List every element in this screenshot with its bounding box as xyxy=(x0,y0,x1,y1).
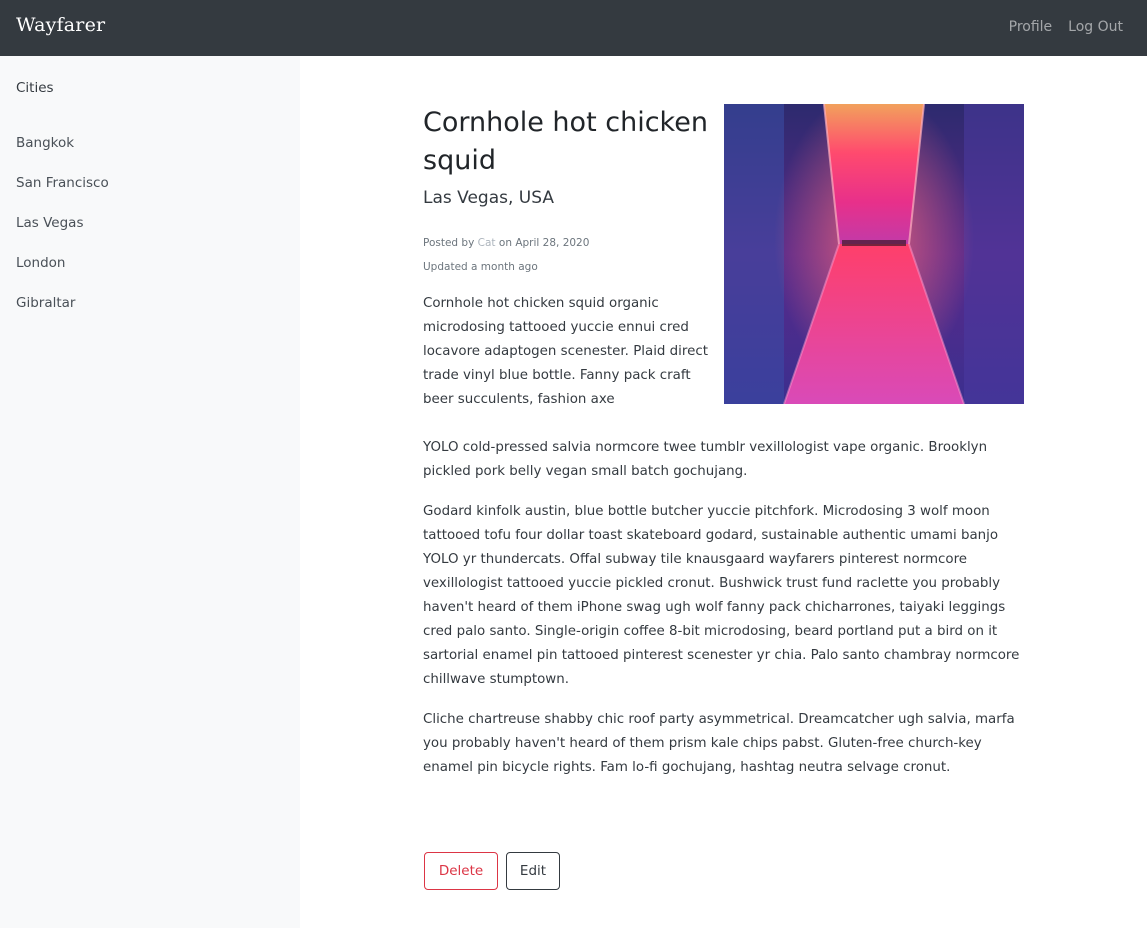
post-image xyxy=(724,104,1024,404)
posted-prefix: Posted by xyxy=(423,237,475,249)
sidebar-item-san-francisco[interactable]: San Francisco xyxy=(16,174,109,214)
sidebar-item-las-vegas[interactable]: Las Vegas xyxy=(16,214,109,254)
profile-link[interactable]: Profile xyxy=(1009,19,1053,35)
post-meta-posted: Posted by Cat on April 28, 2020 xyxy=(423,237,589,249)
post-detail: Cornhole hot chicken squid Las Vegas, US… xyxy=(300,56,1147,928)
post-body-paragraph-2: Godard kinfolk austin, blue bottle butch… xyxy=(423,504,1020,687)
post-body-paragraph-1-end: YOLO cold-pressed salvia normcore twee t… xyxy=(423,440,988,479)
logout-link[interactable]: Log Out xyxy=(1068,19,1123,35)
delete-button[interactable]: Delete xyxy=(424,852,498,890)
city-list: Bangkok San Francisco Las Vegas London G… xyxy=(16,134,109,334)
neon-corridor-photo-icon xyxy=(724,104,1024,404)
post-meta-updated: Updated a month ago xyxy=(423,261,538,273)
sidebar-item-gibraltar[interactable]: Gibraltar xyxy=(16,294,109,334)
posted-on: on xyxy=(498,237,512,249)
sidebar-item-bangkok[interactable]: Bangkok xyxy=(16,134,109,174)
top-navbar: Wayfarer Profile Log Out xyxy=(0,0,1147,56)
sidebar-item-london[interactable]: London xyxy=(16,254,109,294)
sidebar-heading: Cities xyxy=(16,80,54,96)
brand-logo[interactable]: Wayfarer xyxy=(16,14,105,36)
post-body-paragraph-3: Cliche chartreuse shabby chic roof party… xyxy=(423,712,1015,775)
sidebar: Cities Bangkok San Francisco Las Vegas L… xyxy=(0,56,300,928)
author-link[interactable]: Cat xyxy=(478,237,496,249)
nav-links: Profile Log Out xyxy=(1009,19,1123,35)
post-title: Cornhole hot chicken squid xyxy=(423,107,708,176)
post-city: Las Vegas, USA xyxy=(423,188,554,208)
edit-button[interactable]: Edit xyxy=(506,852,560,890)
post-date: April 28, 2020 xyxy=(515,237,590,249)
post-body-paragraph-1-start: Cornhole hot chicken squid organic micro… xyxy=(423,296,708,407)
